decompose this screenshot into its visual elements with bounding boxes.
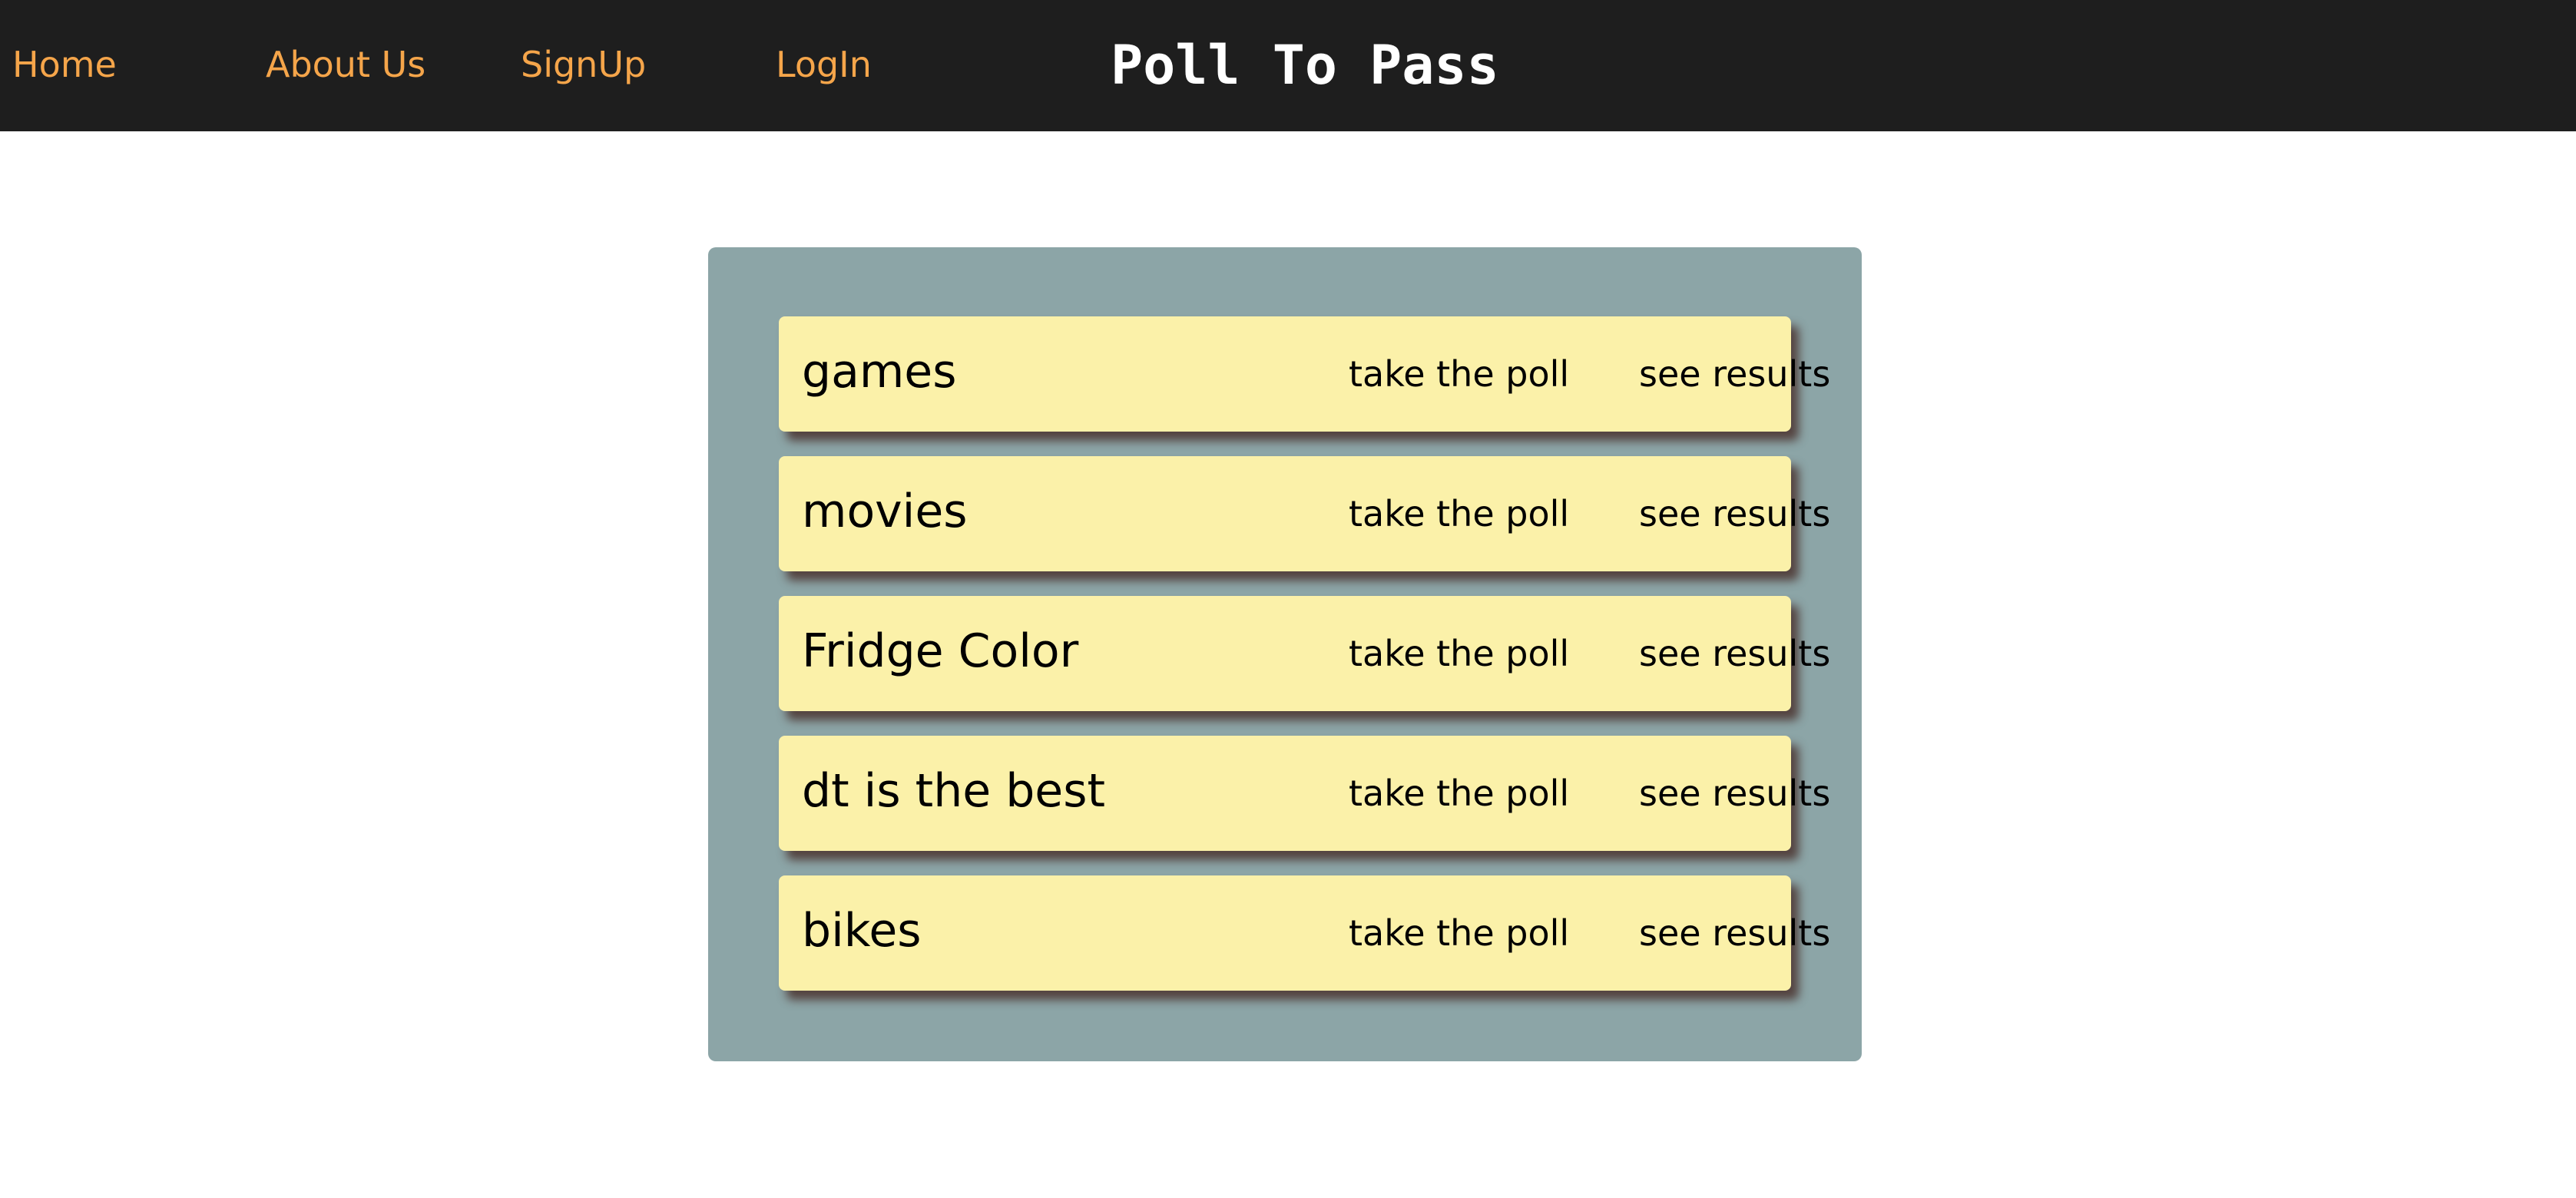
see-results-link[interactable]: see results (1639, 456, 1830, 571)
nav-login-link[interactable]: LogIn (776, 0, 872, 131)
take-poll-link[interactable]: take the poll (1349, 596, 1569, 711)
take-poll-link[interactable]: take the poll (1349, 875, 1569, 991)
take-poll-link[interactable]: take the poll (1349, 316, 1569, 432)
poll-card: movies take the poll see results (779, 456, 1830, 571)
nav-about-link[interactable]: About Us (266, 0, 425, 131)
see-results-link[interactable]: see results (1639, 736, 1830, 851)
poll-name: games (802, 345, 957, 399)
take-poll-link[interactable]: take the poll (1349, 456, 1569, 571)
nav-home-link[interactable]: Home (12, 0, 117, 131)
poll-name: bikes (802, 904, 922, 958)
poll-card: dt is the best take the poll see results (779, 736, 1830, 851)
poll-name: dt is the best (802, 764, 1106, 818)
see-results-link[interactable]: see results (1639, 596, 1830, 711)
site-title: Poll To Pass (1111, 34, 1499, 97)
see-results-link[interactable]: see results (1639, 316, 1830, 432)
poll-card: Fridge Color take the poll see results (779, 596, 1830, 711)
poll-card: games take the poll see results (779, 316, 1830, 432)
poll-name: movies (802, 485, 968, 538)
nav-signup-link[interactable]: SignUp (521, 0, 646, 131)
see-results-link[interactable]: see results (1639, 875, 1830, 991)
poll-list-panel: games take the poll see results movies t… (708, 247, 1862, 1061)
poll-card: bikes take the poll see results (779, 875, 1830, 991)
take-poll-link[interactable]: take the poll (1349, 736, 1569, 851)
poll-name: Fridge Color (802, 624, 1079, 678)
top-navbar: Home About Us SignUp LogIn Poll To Pass (0, 0, 2576, 131)
